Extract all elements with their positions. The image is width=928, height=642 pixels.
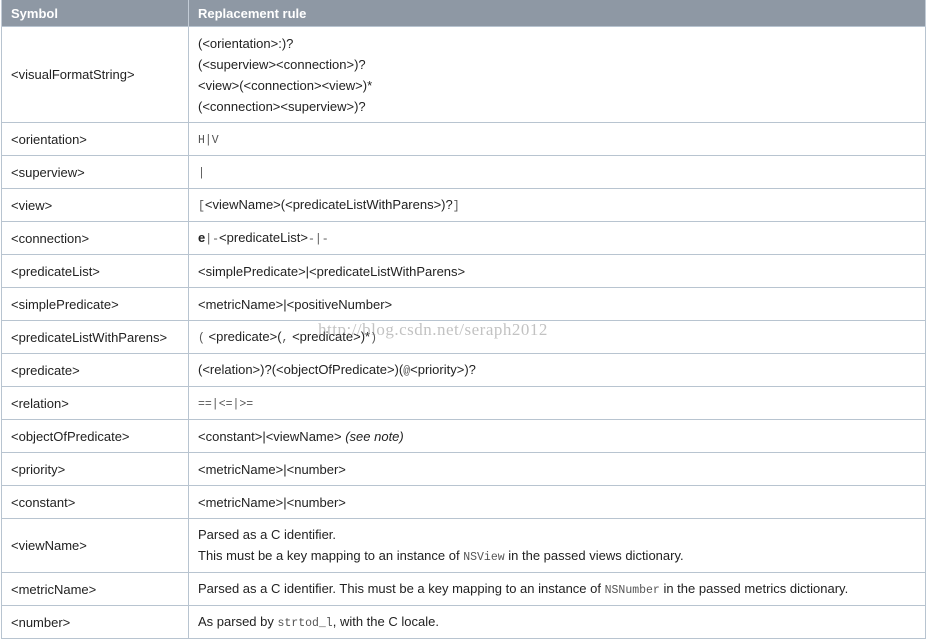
symbol-cell: <view> xyxy=(1,188,189,222)
rule-code: |- xyxy=(205,232,220,246)
rule-text: <predicate>( xyxy=(208,328,282,344)
rule-code: -|- xyxy=(307,232,329,246)
symbol-cell: <predicateList> xyxy=(1,254,189,288)
rule-cell: ( <predicate>(, <predicate>)*) xyxy=(188,320,926,354)
rule-cell: (<orientation>:)? (<superview><connectio… xyxy=(188,26,926,123)
rule-cell: | xyxy=(188,155,926,189)
rule-code: strtod_l xyxy=(277,616,333,630)
rule-text: (<relation>)?(<objectOfPredicate>)( xyxy=(198,361,404,377)
rule-code: NSNumber xyxy=(604,583,660,597)
rule-text: in the passed views dictionary. xyxy=(508,547,684,563)
rule-text: This must be a key mapping to an instanc… xyxy=(198,547,460,563)
table-row: <predicate> (<relation>)?(<objectOfPredi… xyxy=(1,353,926,387)
rule-text: <predicate>)* xyxy=(292,328,371,344)
symbol-cell: <viewName> xyxy=(1,518,189,573)
rule-line: (<superview><connection>)? xyxy=(198,56,366,72)
rule-cell: e|-<predicateList>-|- xyxy=(188,221,926,255)
symbol-cell: <visualFormatString> xyxy=(1,26,189,123)
rule-text: <priority>)? xyxy=(410,361,476,377)
symbol-cell: <simplePredicate> xyxy=(1,287,189,321)
rule-cell: <metricName>|<number> xyxy=(188,452,926,486)
rule-text: <predicateList> xyxy=(219,229,308,245)
rule-line: This must be a key mapping to an instanc… xyxy=(198,545,916,568)
table-row: <priority> <metricName>|<number> xyxy=(1,452,926,486)
rule-line: (<orientation>:)? xyxy=(198,35,294,51)
rule-cell: [<viewName>(<predicateListWithParens>)?] xyxy=(188,188,926,222)
rule-cell: (<relation>)?(<objectOfPredicate>)(@<pri… xyxy=(188,353,926,387)
rule-text: <constant>|<viewName> xyxy=(198,428,342,444)
rule-cell: ==|<=|>= xyxy=(188,386,926,420)
rule-code: ] xyxy=(452,199,460,213)
rule-code: [ xyxy=(198,199,205,213)
grammar-table: Symbol Replacement rule <visualFormatStr… xyxy=(1,0,926,639)
symbol-cell: <superview> xyxy=(1,155,189,189)
rule-text: in the passed metrics dictionary. xyxy=(663,580,849,596)
symbol-cell: <relation> xyxy=(1,386,189,420)
rule-cell: H|V xyxy=(188,122,926,156)
table-row: <metricName> Parsed as a C identifier. T… xyxy=(1,572,926,606)
rule-text: , with the C locale. xyxy=(332,613,439,629)
table-row: <predicateList> <simplePredicate>|<predi… xyxy=(1,254,926,288)
rule-cell: <metricName>|<number> xyxy=(188,485,926,519)
rule-code: , xyxy=(281,331,289,345)
rule-line: <view>(<connection><view>)* xyxy=(198,77,373,93)
table-row: <relation> ==|<=|>= xyxy=(1,386,926,420)
rule-text: <viewName>(<predicateListWithParens>)? xyxy=(204,196,453,212)
table-row: <objectOfPredicate> <constant>|<viewName… xyxy=(1,419,926,453)
table-row: <view> [<viewName>(<predicateListWithPar… xyxy=(1,188,926,222)
rule-line: (<connection><superview>)? xyxy=(198,98,366,114)
symbol-cell: <constant> xyxy=(1,485,189,519)
symbol-cell: <predicateListWithParens> xyxy=(1,320,189,354)
symbol-cell: <metricName> xyxy=(1,572,189,606)
rule-code: ) xyxy=(370,331,378,345)
table-row: <viewName> Parsed as a C identifier. Thi… xyxy=(1,518,926,573)
table-row: <constant> <metricName>|<number> xyxy=(1,485,926,519)
symbol-cell: <objectOfPredicate> xyxy=(1,419,189,453)
table-row: <predicateListWithParens> ( <predicate>(… xyxy=(1,320,926,354)
rule-code: ==|<=|>= xyxy=(198,397,254,411)
symbol-cell: <number> xyxy=(1,605,189,639)
header-replacement-rule: Replacement rule xyxy=(188,0,926,27)
rule-cell: Parsed as a C identifier. This must be a… xyxy=(188,518,926,573)
rule-cell: Parsed as a C identifier. This must be a… xyxy=(188,572,926,606)
see-note-text: (see note) xyxy=(345,428,404,444)
symbol-cell: <orientation> xyxy=(1,122,189,156)
table-row: <connection> e|-<predicateList>-|- xyxy=(1,221,926,255)
table-row: <simplePredicate> <metricName>|<positive… xyxy=(1,287,926,321)
rule-code: | xyxy=(198,166,205,180)
table-header-row: Symbol Replacement rule xyxy=(1,0,926,27)
rule-cell: As parsed by strtod_l, with the C locale… xyxy=(188,605,926,639)
rule-code: ( xyxy=(198,331,205,345)
header-symbol: Symbol xyxy=(1,0,189,27)
rule-text: As parsed by xyxy=(198,613,274,629)
symbol-cell: <connection> xyxy=(1,221,189,255)
table-row: <number> As parsed by strtod_l, with the… xyxy=(1,605,926,639)
symbol-cell: <priority> xyxy=(1,452,189,486)
rule-cell: <metricName>|<positiveNumber> xyxy=(188,287,926,321)
symbol-cell: <predicate> xyxy=(1,353,189,387)
table-row: <visualFormatString> (<orientation>:)? (… xyxy=(1,26,926,123)
table-row: <orientation> H|V xyxy=(1,122,926,156)
rule-cell: <simplePredicate>|<predicateListWithPare… xyxy=(188,254,926,288)
rule-text: Parsed as a C identifier. This must be a… xyxy=(198,580,601,596)
rule-code: H|V xyxy=(198,133,219,147)
rule-line: Parsed as a C identifier. xyxy=(198,526,337,542)
table-row: <superview> | xyxy=(1,155,926,189)
rule-code: NSView xyxy=(463,550,505,564)
rule-cell: <constant>|<viewName> (see note) xyxy=(188,419,926,453)
